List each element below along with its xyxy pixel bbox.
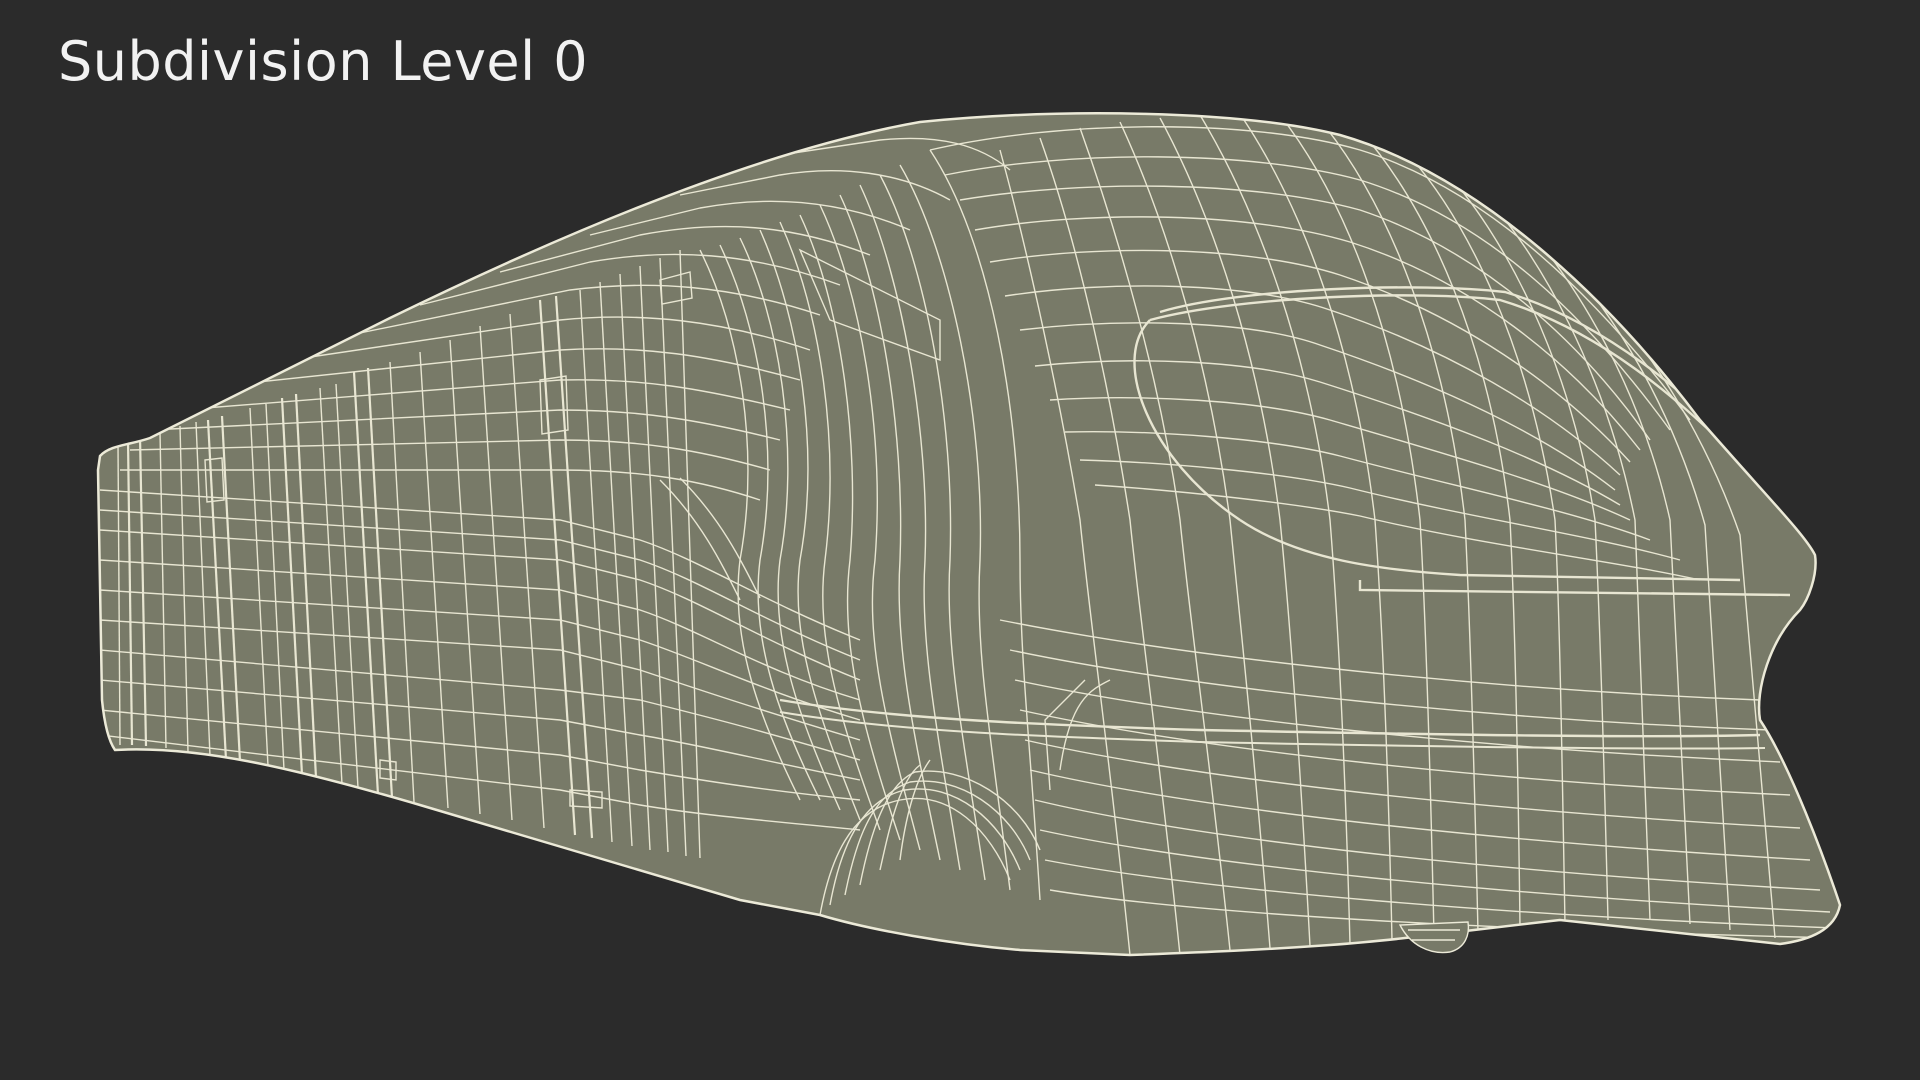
train-wireframe-render: [96, 112, 1842, 957]
render-viewport: Subdivision Level 0: [0, 0, 1920, 1080]
train-body-surface: [98, 113, 1840, 955]
bogie-detail: [1398, 921, 1470, 954]
